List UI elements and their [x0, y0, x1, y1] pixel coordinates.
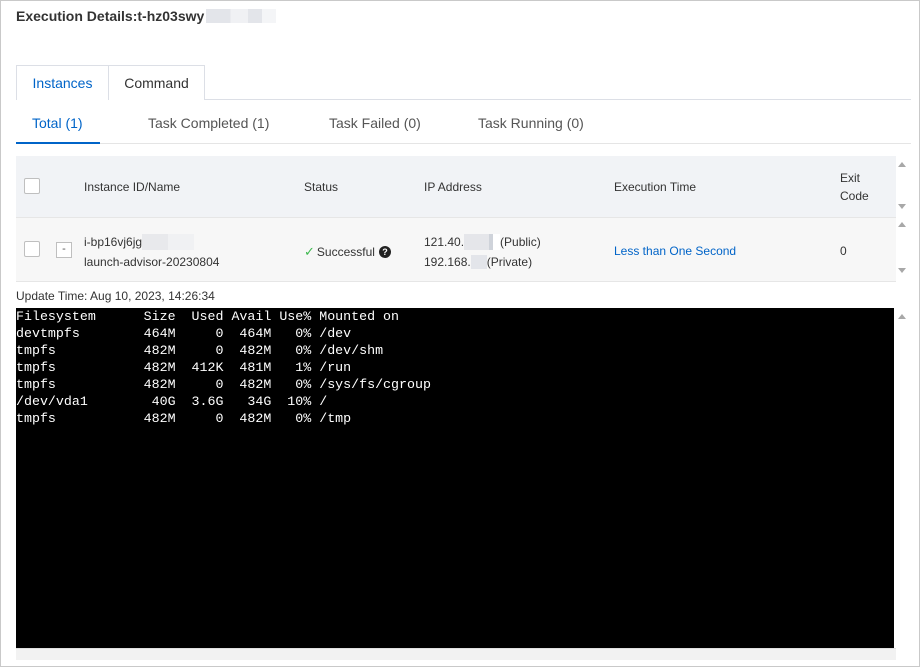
- redaction-mask: [142, 234, 195, 250]
- row-expand-button[interactable]: -: [56, 242, 72, 258]
- column-header-exit-code-line1: Exit: [840, 171, 861, 185]
- page-title-text: Execution Details:t-hz03swy: [16, 8, 205, 24]
- terminal-line: tmpfs 482M 0 482M 0% /tmp: [16, 411, 352, 426]
- column-header-status: Status: [304, 180, 339, 194]
- instance-id-text: i-bp16vj6jg: [84, 235, 143, 249]
- horizontal-scrollbar[interactable]: [16, 648, 896, 660]
- table-header: Instance ID/Name Status IP Address Execu…: [16, 156, 896, 217]
- exit-code: 0: [840, 244, 847, 258]
- subtab-task-completed[interactable]: Task Completed (1): [148, 108, 269, 144]
- instance-id: i-bp16vj6jg: [84, 234, 195, 250]
- scroll-up-icon[interactable]: [898, 222, 906, 227]
- redaction-mask: [464, 234, 501, 250]
- instance-name: launch-advisor-20230804: [84, 255, 220, 269]
- scroll-down-icon[interactable]: [898, 204, 906, 209]
- tab-command[interactable]: Command: [109, 65, 205, 100]
- command-output-terminal[interactable]: Filesystem Size Used Avail Use% Mounted …: [16, 308, 894, 648]
- ip-private-text: 192.168.: [424, 255, 471, 269]
- select-all-checkbox[interactable]: [24, 178, 40, 194]
- status-cell: ✓ Successful ?: [304, 244, 391, 260]
- main-tabs: Instances Command: [16, 65, 911, 100]
- terminal-line: devtmpfs 464M 0 464M 0% /dev: [16, 326, 352, 341]
- instances-table: Instance ID/Name Status IP Address Execu…: [16, 156, 896, 282]
- help-icon[interactable]: ?: [378, 246, 391, 258]
- scroll-up-icon[interactable]: [898, 314, 906, 319]
- page-title: Execution Details:t-hz03swy: [16, 8, 277, 24]
- terminal-line: tmpfs 482M 0 482M 0% /sys/fs/cgroup: [16, 377, 431, 392]
- ip-private-label: (Private): [486, 255, 533, 269]
- terminal-line: /dev/vda1 40G 3.6G 34G 10% /: [16, 394, 328, 409]
- update-time: Update Time: Aug 10, 2023, 14:26:34: [16, 289, 215, 303]
- column-header-exit-code-line2: Code: [840, 189, 869, 203]
- terminal-line: Filesystem Size Used Avail Use% Mounted …: [16, 309, 400, 324]
- terminal-line: tmpfs 482M 412K 481M 1% /run: [16, 360, 352, 375]
- scroll-up-icon[interactable]: [898, 162, 906, 167]
- column-header-instance: Instance ID/Name: [84, 180, 181, 194]
- terminal-line: tmpfs 482M 0 482M 0% /dev/shm: [16, 343, 384, 358]
- table-row[interactable]: - i-bp16vj6jg launch-advisor-20230804 ✓ …: [16, 217, 896, 282]
- ip-public: 121.40. (Public): [424, 234, 541, 250]
- tab-instances[interactable]: Instances: [16, 65, 109, 100]
- status-text: Successful: [316, 245, 375, 259]
- status-subtabs: Total (1) Task Completed (1) Task Failed…: [16, 108, 911, 144]
- check-icon: ✓: [304, 244, 315, 259]
- row-checkbox[interactable]: [24, 241, 40, 257]
- execution-time-link[interactable]: Less than One Second: [614, 244, 736, 258]
- terminal-scrollbar[interactable]: [896, 308, 908, 648]
- subtab-task-running[interactable]: Task Running (0): [478, 108, 584, 144]
- ip-private: 192.168. (Private): [424, 255, 532, 269]
- table-scrollbar[interactable]: [896, 156, 908, 281]
- redaction-mask: [470, 255, 487, 269]
- subtab-task-failed[interactable]: Task Failed (0): [329, 108, 421, 144]
- scroll-down-icon[interactable]: [898, 268, 906, 273]
- ip-public-label: (Public): [500, 235, 541, 249]
- redaction-mask: [206, 9, 277, 23]
- subtab-total[interactable]: Total (1): [16, 108, 100, 144]
- column-header-ip: IP Address: [424, 180, 482, 194]
- ip-public-text: 121.40.: [424, 235, 465, 249]
- column-header-exec-time: Execution Time: [614, 180, 697, 194]
